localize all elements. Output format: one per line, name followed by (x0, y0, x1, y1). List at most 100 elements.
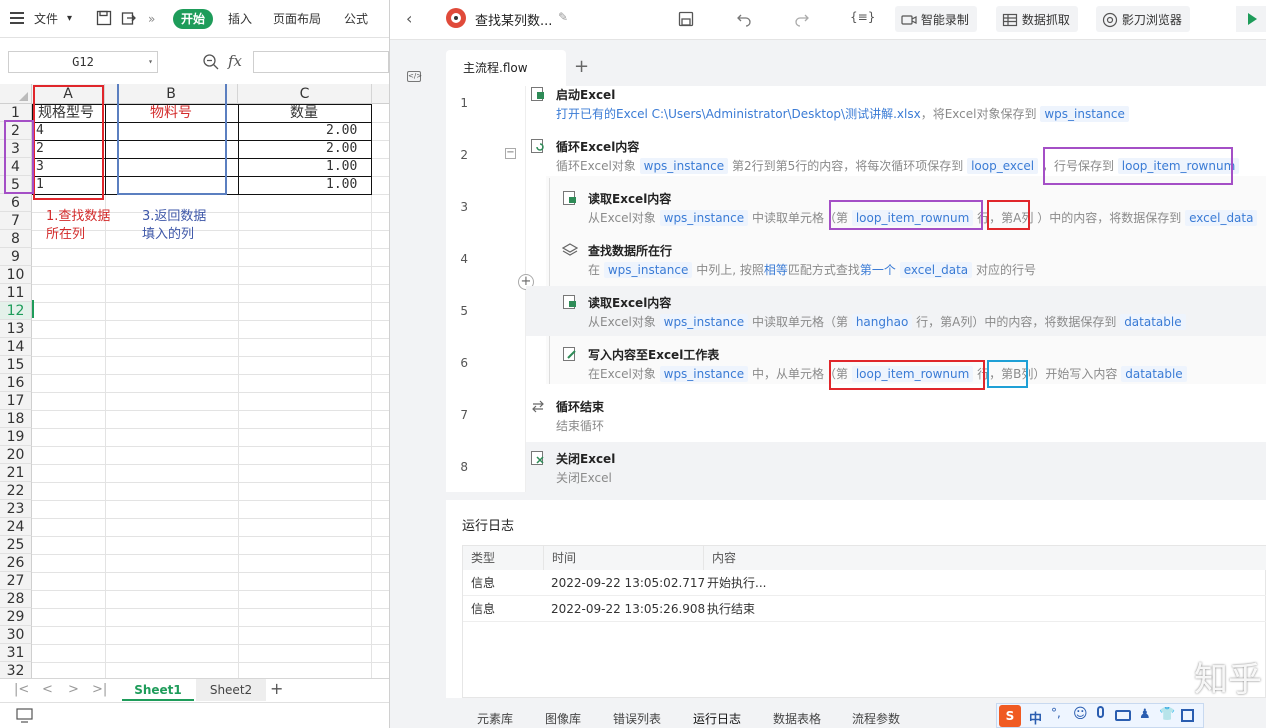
row-header-8[interactable]: 8 (0, 230, 32, 248)
redo-icon[interactable] (794, 11, 810, 27)
tab-page-layout[interactable]: 页面布局 (273, 9, 321, 29)
skin-icon[interactable]: 👕 (1159, 707, 1175, 722)
zoom-icon[interactable] (202, 53, 220, 71)
cell-c3[interactable]: 2.00 (326, 140, 357, 158)
row-header-28[interactable]: 28 (0, 590, 32, 608)
code-tag-icon[interactable]: </> (407, 71, 422, 82)
tab-flow-params[interactable]: 流程参数 (852, 710, 900, 727)
more-icon[interactable]: » (148, 9, 155, 29)
chevron-down-icon[interactable]: ▾ (67, 9, 72, 29)
ime-punctuation-icon[interactable]: °, (1051, 706, 1061, 720)
tab-image-library[interactable]: 图像库 (545, 710, 581, 727)
row-header-9[interactable]: 9 (0, 248, 32, 266)
data-grab-button[interactable]: 数据抓取 (996, 6, 1078, 32)
table-row[interactable]: 信息 2022-09-22 13:05:26.908 执行结束 (463, 596, 1266, 622)
row-header-20[interactable]: 20 (0, 446, 32, 464)
undo-icon[interactable] (736, 11, 752, 27)
row-header-12[interactable]: 12 (0, 302, 32, 320)
tab-main-flow[interactable]: 主流程.flow (446, 50, 566, 86)
row-header-14[interactable]: 14 (0, 338, 32, 356)
row-header-10[interactable]: 10 (0, 266, 32, 284)
line-number: 3 (460, 200, 468, 214)
variable-chip: wps_instance (603, 262, 693, 278)
formula-input[interactable] (253, 51, 389, 73)
grid-icon[interactable] (1181, 709, 1194, 722)
tab-start[interactable]: 开始 (173, 9, 214, 29)
ime-language[interactable]: 中 (1029, 708, 1042, 727)
sheet-grid[interactable]: A B C 1 2 3 4 5 6 7 8 9 10 11 12 13 14 15 16 17 18 19 20 21 2… (0, 84, 389, 678)
tab-error-list[interactable]: 错误列表 (613, 710, 661, 727)
next-sheet-icon[interactable]: > (68, 682, 79, 697)
add-tab-button[interactable]: + (574, 56, 589, 77)
name-box[interactable]: G12 ▾ (8, 51, 158, 73)
prev-sheet-icon[interactable]: < (42, 682, 53, 697)
back-icon[interactable]: ‹ (406, 9, 412, 28)
step-title: 关闭Excel (556, 452, 616, 466)
export-icon[interactable] (121, 10, 137, 26)
cell-c5[interactable]: 1.00 (326, 176, 357, 194)
keyboard-icon[interactable] (1115, 710, 1131, 721)
row-header-29[interactable]: 29 (0, 608, 32, 626)
grid-line (32, 572, 389, 573)
menu-icon[interactable] (10, 12, 24, 24)
fx-icon[interactable]: fx (228, 52, 242, 70)
row-header-6[interactable]: 6 (0, 194, 32, 212)
row-header-32[interactable]: 32 (0, 662, 32, 678)
grid-line (32, 248, 389, 249)
tab-formula[interactable]: 公式 (344, 9, 368, 29)
row-header-26[interactable]: 26 (0, 554, 32, 572)
read-excel-icon (563, 295, 576, 309)
chevron-down-icon[interactable]: ▾ (148, 52, 153, 72)
smart-record-button[interactable]: 智能录制 (895, 6, 977, 32)
select-all-corner[interactable] (0, 84, 32, 104)
selected-row-bg (526, 442, 1266, 492)
tab-data-table[interactable]: 数据表格 (773, 710, 821, 727)
column-header-c[interactable]: C (238, 84, 372, 104)
row-header-13[interactable]: 13 (0, 320, 32, 338)
row-header-16[interactable]: 16 (0, 374, 32, 392)
ime-toolbar[interactable]: S 中 °, ☺ ♟ 👕 (996, 703, 1204, 728)
flow-title[interactable]: 查找某列数... (475, 10, 552, 29)
row-header-11[interactable]: 11 (0, 284, 32, 302)
last-sheet-icon[interactable]: >| (92, 682, 107, 697)
row-header-27[interactable]: 27 (0, 572, 32, 590)
tab-element-library[interactable]: 元素库 (477, 710, 513, 727)
row-header-30[interactable]: 30 (0, 626, 32, 644)
screen-icon[interactable] (16, 708, 34, 724)
tab-insert[interactable]: 插入 (228, 9, 252, 29)
annotation-box-row-variable (1043, 147, 1233, 185)
collapse-icon[interactable]: − (505, 148, 516, 159)
sheet-tab-sheet2[interactable]: Sheet2 (196, 679, 266, 701)
row-header-19[interactable]: 19 (0, 428, 32, 446)
row-header-31[interactable]: 31 (0, 644, 32, 662)
edit-title-icon[interactable]: ✎ (558, 10, 568, 24)
table-row[interactable]: 信息 2022-09-22 13:05:02.717 开始执行... (463, 570, 1266, 596)
cell-c2[interactable]: 2.00 (326, 122, 357, 140)
first-sheet-icon[interactable]: |< (14, 682, 29, 697)
sheet-tab-sheet1[interactable]: Sheet1 (122, 679, 194, 701)
cell-c4[interactable]: 1.00 (326, 158, 357, 176)
tab-run-log[interactable]: 运行日志 (693, 710, 741, 727)
code-view-icon[interactable]: {≡} (850, 10, 875, 24)
file-menu[interactable]: 文件 (34, 9, 58, 29)
browser-button[interactable]: 影刀浏览器 (1096, 6, 1190, 32)
row-header-21[interactable]: 21 (0, 464, 32, 482)
row-header-15[interactable]: 15 (0, 356, 32, 374)
run-button[interactable] (1236, 6, 1266, 32)
save-icon[interactable] (678, 11, 694, 27)
row-header-7[interactable]: 7 (0, 212, 32, 230)
emoji-icon[interactable]: ☺ (1073, 706, 1088, 722)
user-icon[interactable]: ♟ (1139, 707, 1151, 722)
note-find-column: 1.查找数据 (46, 209, 111, 224)
mic-icon[interactable] (1097, 706, 1104, 718)
row-header-23[interactable]: 23 (0, 500, 32, 518)
row-header-25[interactable]: 25 (0, 536, 32, 554)
row-header-17[interactable]: 17 (0, 392, 32, 410)
row-header-24[interactable]: 24 (0, 518, 32, 536)
row-header-22[interactable]: 22 (0, 482, 32, 500)
save-icon[interactable] (96, 10, 112, 26)
row-header-18[interactable]: 18 (0, 410, 32, 428)
cell-c1[interactable]: 数量 (290, 104, 318, 122)
line-number: 2 (460, 148, 468, 162)
add-sheet-button[interactable]: + (270, 679, 283, 698)
